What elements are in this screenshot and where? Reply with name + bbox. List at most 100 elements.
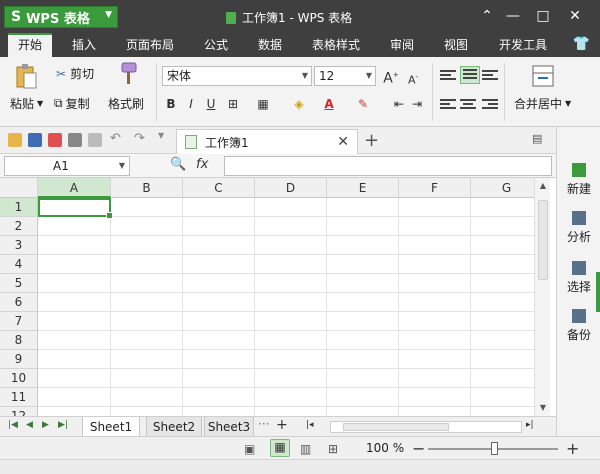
align-left-icon[interactable] <box>440 97 456 111</box>
row-header-11[interactable]: 11 <box>0 388 38 407</box>
sheet-tab-2[interactable]: Sheet2 <box>146 417 202 437</box>
row-header-7[interactable]: 7 <box>0 312 38 331</box>
skin-icon[interactable]: 👕 <box>573 36 590 52</box>
scrollbar-thumb[interactable] <box>538 200 548 280</box>
scroll-up-icon[interactable]: ▲ <box>535 178 551 194</box>
zoom-in-icon[interactable]: + <box>566 439 580 458</box>
add-sheet-icon[interactable]: + <box>276 417 288 433</box>
tab-data[interactable]: 数据 <box>250 33 290 57</box>
customize-chevron-icon[interactable]: ▼ <box>158 131 172 145</box>
row-header-10[interactable]: 10 <box>0 369 38 388</box>
select-all-corner[interactable] <box>0 178 38 198</box>
font-size-select[interactable]: 12 ▼ <box>314 66 376 86</box>
save-icon[interactable] <box>28 133 42 147</box>
open-folder-icon[interactable] <box>8 133 22 147</box>
zoom-level[interactable]: 100 % <box>366 441 404 455</box>
row-header-4[interactable]: 4 <box>0 255 38 274</box>
minimize-ribbon-button[interactable]: ⌃ <box>476 6 498 26</box>
column-header-e[interactable]: E <box>327 178 399 198</box>
formula-input[interactable] <box>224 156 552 176</box>
print-preview-icon[interactable] <box>88 133 102 147</box>
sheet-tab-1[interactable]: Sheet1 <box>82 417 140 437</box>
merge-center-button[interactable]: 合并居中 ▼ <box>514 95 571 112</box>
scroll-right-icon[interactable]: ▸| <box>526 420 534 430</box>
cut-button[interactable]: ✂ 剪切 <box>56 65 94 82</box>
bold-button[interactable]: B <box>162 95 180 113</box>
font-color-icon[interactable]: A <box>320 95 338 113</box>
tab-developer[interactable]: 开发工具 <box>490 33 556 57</box>
format-painter-button[interactable]: 格式刷 <box>108 95 144 112</box>
active-cell-a1[interactable] <box>38 198 113 219</box>
row-header-12[interactable]: 12 <box>0 407 38 416</box>
row-header-6[interactable]: 6 <box>0 293 38 312</box>
export-pdf-icon[interactable] <box>48 133 62 147</box>
fill-color-icon[interactable]: ◈ <box>290 95 308 113</box>
new-tab-icon[interactable]: + <box>364 130 379 151</box>
font-name-select[interactable]: 宋体 ▼ <box>162 66 312 86</box>
cell-style-icon[interactable]: ▦ <box>254 95 272 113</box>
insert-function-icon[interactable]: fx <box>196 157 208 172</box>
tab-home[interactable]: 开始 <box>8 33 52 57</box>
increase-indent-icon[interactable]: ⇥ <box>408 95 426 113</box>
sheet-tab-3[interactable]: Sheet3 <box>204 417 254 437</box>
task-pane-new[interactable]: 新建 <box>557 163 600 197</box>
zoom-out-icon[interactable]: − <box>412 439 426 458</box>
row-header-5[interactable]: 5 <box>0 274 38 293</box>
underline-button[interactable]: U <box>202 95 220 113</box>
column-header-c[interactable]: C <box>183 178 255 198</box>
row-header-9[interactable]: 9 <box>0 350 38 369</box>
undo-icon[interactable]: ↶ <box>110 131 124 146</box>
horizontal-scrollbar[interactable] <box>330 421 522 433</box>
tab-list-icon[interactable]: ▤ <box>532 132 546 146</box>
increase-font-icon[interactable]: A+ <box>382 66 400 87</box>
align-bottom-icon[interactable] <box>482 68 498 82</box>
prev-sheet-icon[interactable]: ◀ <box>26 420 33 430</box>
align-middle-icon[interactable] <box>460 66 480 84</box>
paste-button[interactable]: 粘贴 ▼ <box>10 95 43 112</box>
column-header-b[interactable]: B <box>111 178 183 198</box>
clear-format-icon[interactable]: ✎ <box>354 95 372 113</box>
minimize-button[interactable]: — <box>502 6 524 26</box>
redo-icon[interactable]: ↷ <box>134 131 148 146</box>
zoom-slider-knob[interactable] <box>491 442 498 455</box>
align-top-icon[interactable] <box>440 68 456 82</box>
column-header-d[interactable]: D <box>255 178 327 198</box>
spreadsheet-grid[interactable]: A B C D E F G 1 2 3 4 5 6 7 8 9 10 11 12 <box>0 178 534 416</box>
tab-insert[interactable]: 插入 <box>64 33 104 57</box>
maximize-button[interactable]: □ <box>532 6 554 26</box>
tab-review[interactable]: 审阅 <box>382 33 422 57</box>
scroll-down-icon[interactable]: ▼ <box>535 400 551 416</box>
next-sheet-icon[interactable]: ▶ <box>42 420 49 430</box>
align-center-icon[interactable] <box>460 97 476 111</box>
tab-view[interactable]: 视图 <box>436 33 476 57</box>
row-header-3[interactable]: 3 <box>0 236 38 255</box>
copy-button[interactable]: ⧉ 复制 <box>54 95 90 112</box>
row-header-2[interactable]: 2 <box>0 217 38 236</box>
task-pane-analyze[interactable]: 分析 <box>557 211 600 245</box>
column-header-a[interactable]: A <box>38 178 111 198</box>
task-pane-collapse-handle[interactable] <box>596 272 600 312</box>
last-sheet-icon[interactable]: ▶| <box>58 420 68 430</box>
zoom-formula-icon[interactable]: 🔍 <box>170 157 186 172</box>
close-tab-icon[interactable]: ✕ <box>337 134 349 150</box>
row-header-8[interactable]: 8 <box>0 331 38 350</box>
task-pane-select[interactable]: 选择 <box>557 261 600 295</box>
name-box[interactable]: A1 ▼ <box>4 156 130 176</box>
first-sheet-icon[interactable]: |◀ <box>8 420 18 430</box>
print-icon[interactable] <box>68 133 82 147</box>
tab-page-layout[interactable]: 页面布局 <box>120 33 180 57</box>
normal-view-icon[interactable]: ▣ <box>244 442 258 456</box>
close-button[interactable]: ✕ <box>564 6 586 26</box>
row-header-1[interactable]: 1 <box>0 198 38 217</box>
vertical-scrollbar[interactable]: ▲ ▼ <box>534 178 550 416</box>
decrease-indent-icon[interactable]: ⇤ <box>390 95 408 113</box>
decrease-font-icon[interactable]: A- <box>404 68 422 87</box>
scrollbar-thumb[interactable] <box>343 423 449 431</box>
align-right-icon[interactable] <box>482 97 498 111</box>
merge-cells-icon[interactable] <box>532 65 554 87</box>
document-tab[interactable]: 工作簿1 ✕ <box>176 129 358 154</box>
tab-table-style[interactable]: 表格样式 <box>304 33 368 57</box>
italic-button[interactable]: I <box>182 95 200 113</box>
page-break-view-icon[interactable]: ▦ <box>270 439 290 457</box>
app-menu-button[interactable]: S WPS 表格 ▼ <box>4 6 118 28</box>
